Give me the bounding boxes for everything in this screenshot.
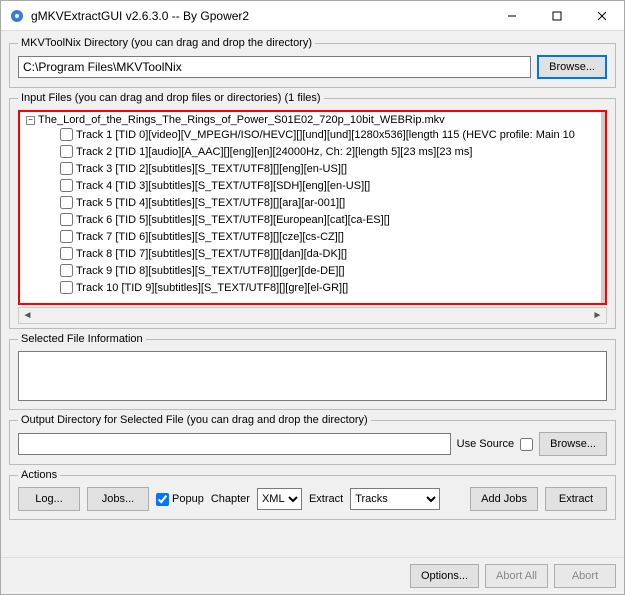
track-row[interactable]: Track 8 [TID 7][subtitles][S_TEXT/UTF8][… bbox=[60, 245, 603, 262]
track-checkbox[interactable] bbox=[60, 128, 73, 141]
track-row[interactable]: Track 5 [TID 4][subtitles][S_TEXT/UTF8][… bbox=[60, 194, 603, 211]
popup-checkbox[interactable] bbox=[156, 493, 169, 506]
track-label: Track 6 [TID 5][subtitles][S_TEXT/UTF8][… bbox=[76, 214, 390, 226]
input-files-tree[interactable]: − The_Lord_of_the_Rings_The_Rings_of_Pow… bbox=[18, 110, 607, 305]
window-title: gMKVExtractGUI v2.6.3.0 -- By Gpower2 bbox=[31, 9, 489, 23]
input-files-group: Input Files (you can drag and drop files… bbox=[9, 92, 616, 329]
track-row[interactable]: Track 10 [TID 9][subtitles][S_TEXT/UTF8]… bbox=[60, 279, 603, 296]
chapter-select[interactable]: XML bbox=[257, 488, 302, 510]
add-jobs-button[interactable]: Add Jobs bbox=[470, 487, 538, 511]
toolnix-browse-button[interactable]: Browse... bbox=[537, 55, 607, 79]
toolnix-group: MKVToolNix Directory (you can drag and d… bbox=[9, 37, 616, 88]
track-row[interactable]: Track 2 [TID 1][audio][A_AAC][][eng][en]… bbox=[60, 143, 603, 160]
extract-button[interactable]: Extract bbox=[545, 487, 607, 511]
input-files-legend: Input Files (you can drag and drop files… bbox=[18, 92, 324, 104]
track-checkbox[interactable] bbox=[60, 213, 73, 226]
output-dir-legend: Output Directory for Selected File (you … bbox=[18, 414, 371, 426]
track-label: Track 2 [TID 1][audio][A_AAC][][eng][en]… bbox=[76, 146, 472, 158]
app-icon bbox=[9, 8, 25, 24]
extract-mode-select[interactable]: Tracks bbox=[350, 488, 440, 510]
track-checkbox[interactable] bbox=[60, 230, 73, 243]
output-dir-input[interactable] bbox=[18, 433, 451, 455]
track-checkbox[interactable] bbox=[60, 196, 73, 209]
log-button[interactable]: Log... bbox=[18, 487, 80, 511]
track-checkbox[interactable] bbox=[60, 179, 73, 192]
track-row[interactable]: Track 1 [TID 0][video][V_MPEGH/ISO/HEVC]… bbox=[60, 126, 603, 143]
abort-all-button[interactable]: Abort All bbox=[485, 564, 548, 588]
track-row[interactable]: Track 7 [TID 6][subtitles][S_TEXT/UTF8][… bbox=[60, 228, 603, 245]
chapter-label: Chapter bbox=[211, 493, 250, 505]
output-browse-button[interactable]: Browse... bbox=[539, 432, 607, 456]
track-label: Track 9 [TID 8][subtitles][S_TEXT/UTF8][… bbox=[76, 265, 345, 277]
selected-info-group: Selected File Information bbox=[9, 333, 616, 410]
titlebar: gMKVExtractGUI v2.6.3.0 -- By Gpower2 bbox=[1, 1, 624, 31]
track-label: Track 4 [TID 3][subtitles][S_TEXT/UTF8][… bbox=[76, 180, 370, 192]
toolnix-path-input[interactable] bbox=[18, 56, 531, 78]
track-row[interactable]: Track 6 [TID 5][subtitles][S_TEXT/UTF8][… bbox=[60, 211, 603, 228]
abort-button[interactable]: Abort bbox=[554, 564, 616, 588]
selected-info-box bbox=[18, 351, 607, 401]
content-area: MKVToolNix Directory (you can drag and d… bbox=[1, 31, 624, 557]
close-button[interactable] bbox=[579, 1, 624, 30]
maximize-button[interactable] bbox=[534, 1, 579, 30]
actions-group: Actions Log... Jobs... Popup Chapter XML… bbox=[9, 469, 616, 520]
tree-file-node[interactable]: − The_Lord_of_the_Rings_The_Rings_of_Pow… bbox=[22, 114, 603, 126]
track-label: Track 3 [TID 2][subtitles][S_TEXT/UTF8][… bbox=[76, 163, 347, 175]
track-checkbox[interactable] bbox=[60, 264, 73, 277]
extract-mode-label: Extract bbox=[309, 493, 343, 505]
vertical-scrollbar[interactable] bbox=[601, 112, 605, 303]
popup-option[interactable]: Popup bbox=[156, 493, 204, 506]
expand-collapse-icon[interactable]: − bbox=[26, 116, 35, 125]
actions-legend: Actions bbox=[18, 469, 60, 481]
toolnix-legend: MKVToolNix Directory (you can drag and d… bbox=[18, 37, 315, 49]
options-button[interactable]: Options... bbox=[410, 564, 479, 588]
scroll-right-icon[interactable]: ► bbox=[589, 307, 606, 324]
use-source-label: Use Source bbox=[457, 438, 514, 450]
track-checkbox[interactable] bbox=[60, 247, 73, 260]
use-source-checkbox[interactable] bbox=[520, 438, 533, 451]
scroll-left-icon[interactable]: ◄ bbox=[19, 307, 36, 324]
jobs-button[interactable]: Jobs... bbox=[87, 487, 149, 511]
horizontal-scrollbar[interactable]: ◄ ► bbox=[18, 307, 607, 324]
track-label: Track 8 [TID 7][subtitles][S_TEXT/UTF8][… bbox=[76, 248, 347, 260]
selected-info-legend: Selected File Information bbox=[18, 333, 146, 345]
app-window: gMKVExtractGUI v2.6.3.0 -- By Gpower2 MK… bbox=[0, 0, 625, 595]
footer-bar: Options... Abort All Abort bbox=[1, 557, 624, 594]
popup-label: Popup bbox=[172, 493, 204, 505]
track-label: Track 5 [TID 4][subtitles][S_TEXT/UTF8][… bbox=[76, 197, 345, 209]
track-label: Track 7 [TID 6][subtitles][S_TEXT/UTF8][… bbox=[76, 231, 344, 243]
tree-file-name: The_Lord_of_the_Rings_The_Rings_of_Power… bbox=[38, 114, 445, 126]
track-checkbox[interactable] bbox=[60, 162, 73, 175]
track-checkbox[interactable] bbox=[60, 145, 73, 158]
track-row[interactable]: Track 9 [TID 8][subtitles][S_TEXT/UTF8][… bbox=[60, 262, 603, 279]
minimize-button[interactable] bbox=[489, 1, 534, 30]
track-label: Track 1 [TID 0][video][V_MPEGH/ISO/HEVC]… bbox=[76, 129, 575, 141]
track-checkbox[interactable] bbox=[60, 281, 73, 294]
track-label: Track 10 [TID 9][subtitles][S_TEXT/UTF8]… bbox=[76, 282, 348, 294]
track-row[interactable]: Track 3 [TID 2][subtitles][S_TEXT/UTF8][… bbox=[60, 160, 603, 177]
output-dir-group: Output Directory for Selected File (you … bbox=[9, 414, 616, 465]
track-row[interactable]: Track 4 [TID 3][subtitles][S_TEXT/UTF8][… bbox=[60, 177, 603, 194]
